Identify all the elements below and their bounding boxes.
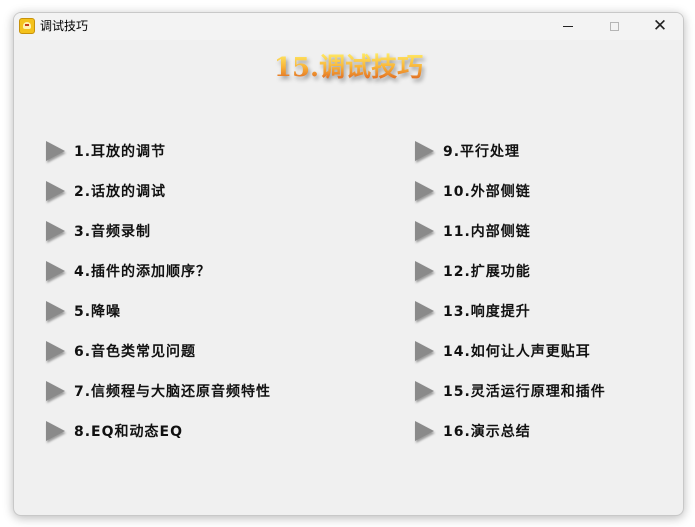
play-arrow-icon: [46, 141, 65, 161]
maximize-button[interactable]: [591, 13, 637, 40]
menu-item-label: 9.平行处理: [443, 144, 521, 160]
menu-item-label: 1.耳放的调节: [74, 144, 167, 160]
close-icon: ✕: [652, 16, 668, 36]
play-arrow-icon: [46, 381, 65, 401]
menu-item-11[interactable]: 11.内部侧链: [415, 220, 531, 242]
menu-item-6[interactable]: 6.音色类常见问题: [46, 340, 196, 362]
close-button[interactable]: ✕: [637, 13, 683, 40]
menu-item-12[interactable]: 12.扩展功能: [415, 260, 531, 282]
play-arrow-icon: [415, 181, 434, 201]
menu-item-label: 14.如何让人声更贴耳: [443, 344, 591, 360]
menu-item-9[interactable]: 9.平行处理: [415, 140, 520, 162]
menu-item-label: 3.音频录制: [74, 224, 152, 240]
app-icon: [19, 18, 35, 34]
page-banner-title: 15.调试技巧: [14, 52, 683, 84]
play-arrow-icon: [415, 421, 434, 441]
menu-item-14[interactable]: 14.如何让人声更贴耳: [415, 340, 591, 362]
play-arrow-icon: [415, 221, 434, 241]
minimize-icon: [563, 26, 573, 27]
menu-item-label: 11.内部侧链: [443, 224, 531, 240]
play-arrow-icon: [46, 181, 65, 201]
menu-item-label: 16.演示总结: [443, 424, 531, 440]
menu-item-label: 7.信频程与大脑还原音频特性: [74, 384, 272, 400]
menu-item-8[interactable]: 8.EQ和动态EQ: [46, 420, 183, 442]
menu-item-label: 6.音色类常见问题: [74, 344, 197, 360]
menu-item-1[interactable]: 1.耳放的调节: [46, 140, 166, 162]
menu-item-3[interactable]: 3.音频录制: [46, 220, 151, 242]
menu-item-label: 4.插件的添加顺序？: [74, 264, 212, 280]
menu-item-label: 5.降噪: [74, 304, 122, 320]
app-window: 调试技巧 ✕ 15.调试技巧 1.耳放的调节 2.话放的调试 3.音频录制 4.…: [13, 12, 684, 516]
maximize-icon: [609, 22, 619, 31]
menu-item-label: 2.话放的调试: [74, 184, 167, 200]
play-arrow-icon: [46, 341, 65, 361]
play-arrow-icon: [46, 421, 65, 441]
menu-item-label: 15.灵活运行原理和插件: [443, 384, 606, 400]
play-arrow-icon: [415, 341, 434, 361]
menu-item-2[interactable]: 2.话放的调试: [46, 180, 166, 202]
menu-item-16[interactable]: 16.演示总结: [415, 420, 531, 442]
window-title: 调试技巧: [40, 19, 89, 33]
play-arrow-icon: [46, 221, 65, 241]
menu-item-10[interactable]: 10.外部侧链: [415, 180, 531, 202]
menu-item-label: 12.扩展功能: [443, 264, 531, 280]
menu-item-5[interactable]: 5.降噪: [46, 300, 121, 322]
menu-item-label: 10.外部侧链: [443, 184, 531, 200]
play-arrow-icon: [415, 141, 434, 161]
play-arrow-icon: [415, 381, 434, 401]
menu-item-label: 8.EQ和动态EQ: [74, 424, 183, 440]
play-arrow-icon: [46, 261, 65, 281]
play-arrow-icon: [46, 301, 65, 321]
play-arrow-icon: [415, 261, 434, 281]
menu-item-7[interactable]: 7.信频程与大脑还原音频特性: [46, 380, 271, 402]
menu-item-13[interactable]: 13.响度提升: [415, 300, 531, 322]
menu-item-4[interactable]: 4.插件的添加顺序？: [46, 260, 211, 282]
menu-item-15[interactable]: 15.灵活运行原理和插件: [415, 380, 606, 402]
play-arrow-icon: [415, 301, 434, 321]
title-bar[interactable]: 调试技巧 ✕: [14, 13, 683, 40]
minimize-button[interactable]: [545, 13, 591, 40]
menu-item-label: 13.响度提升: [443, 304, 531, 320]
